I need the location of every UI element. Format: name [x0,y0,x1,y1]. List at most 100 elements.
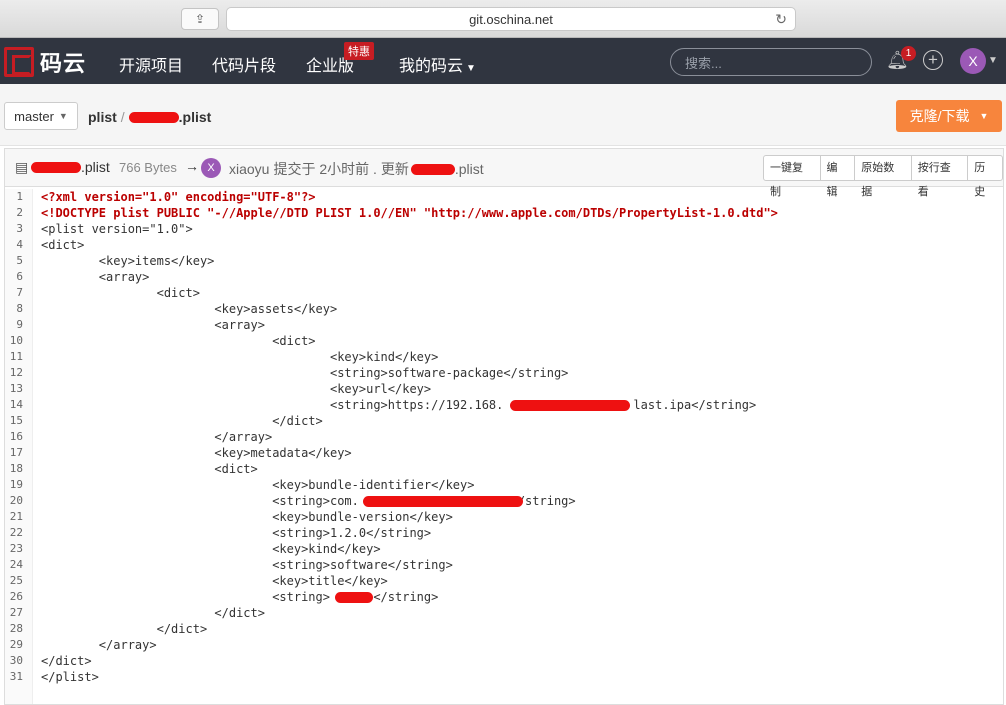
commit-info: xiaoyu 提交于 2小时前 . 更新 .plist [229,159,484,179]
top-navbar: 码云 开源项目 代码片段 企业版 特惠 我的码云 ▼ 搜索... 🔔︎ 1 + X… [0,38,1006,84]
line-number: 15 [9,414,23,427]
special-badge: 特惠 [344,42,374,60]
code-text: </array> [41,430,273,444]
code-text: <array> [41,318,265,332]
line-number: 26 [9,590,23,603]
code-text: <key>url</key> [41,382,432,396]
breadcrumb-file: .plist [178,109,212,125]
code-text: </dict> [41,414,323,428]
code-line: 25 <key>title</key> [5,573,1003,589]
code-text: </dict> [41,654,92,668]
code-text: <key>kind</key> [41,542,381,556]
plus-icon[interactable]: + [923,50,943,70]
line-number: 6 [16,270,23,283]
author-name[interactable]: xiaoyu [229,161,269,177]
code-line: 26 <string> </string> [5,589,1003,605]
avatar[interactable]: X [960,48,986,74]
code-line: 4 <dict> [5,237,1003,253]
line-number: 7 [16,286,23,299]
line-number: 1 [16,190,23,203]
nav-my-gitee[interactable]: 我的码云 ▼ [399,52,476,76]
redaction-mark [128,111,179,123]
line-number: 9 [16,318,23,331]
code-line: 8 <key>assets</key> [5,301,1003,317]
code-line: 11 <key>kind</key> [5,349,1003,365]
code-line: 6 <array> [5,269,1003,285]
code-line: 22 <string>1.2.0</string> [5,525,1003,541]
copy-button[interactable]: 一键复制 [764,156,821,198]
chevron-down-icon: ▼ [466,63,476,74]
file-panel: ▤ .plist 766 Bytes → X xiaoyu 提交于 2小时前 .… [4,148,1004,705]
code-line: 13 <key>url</key> [5,381,1003,397]
logo-text: 码云 [40,51,87,76]
logo[interactable]: 码云 [4,46,86,78]
nav-open-source[interactable]: 开源项目 [119,52,183,76]
arrow-right-icon: → [185,158,199,174]
code-line: 21 <key>bundle-version</key> [5,509,1003,525]
code-line: 30 </dict> [5,653,1003,669]
search-input[interactable]: 搜索... [670,48,872,76]
code-line: 14 <string>https://192.168. last.ipa</st… [5,397,1003,413]
code-text: <key>title</key> [41,574,388,588]
code-line: 16 </array> [5,429,1003,445]
code-line: 29 </array> [5,637,1003,653]
code-line: 2 <!DOCTYPE plist PUBLIC "-//Apple//DTD P… [5,205,1003,221]
caret-down-icon: ▼ [58,111,68,121]
file-name: .plist [31,159,110,175]
url-bar[interactable]: git.oschina.net ↻ [226,7,796,31]
branch-select[interactable]: master ▼ [4,102,78,130]
clone-download-label: 克隆/下载 [909,108,970,124]
avatar-caret-icon[interactable]: ▼ [988,55,998,66]
history-button[interactable]: 历史 [968,156,1002,198]
code-text: <key>kind</key> [41,350,439,364]
code-text: <key>bundle-version</key> [41,510,453,524]
code-text: <string> </string> [41,590,439,604]
file-header: ▤ .plist 766 Bytes → X xiaoyu 提交于 2小时前 .… [5,149,1003,198]
file-size: 766 Bytes [119,160,177,175]
code-view: 1 <?xml version="1.0" encoding="UTF-8"?> 2… [5,189,1003,685]
code-text: <key>items</key> [41,254,215,268]
raw-button[interactable]: 原始数据 [855,156,912,198]
code-line: 15 </dict> [5,413,1003,429]
line-number: 19 [9,478,23,491]
line-number: 24 [9,558,23,571]
code-line: 10 <dict> [5,333,1003,349]
clone-download-button[interactable]: 克隆/下载 ▼ [896,100,1002,132]
redaction-mark [335,592,373,603]
code-text: </dict> [41,606,265,620]
line-number: 25 [9,574,23,587]
redaction-mark [31,161,81,173]
caret-down-icon: ▼ [979,111,989,121]
blame-button[interactable]: 按行查看 [912,156,969,198]
code-text: </dict> [41,622,208,636]
code-text: </array> [41,638,157,652]
line-number: 4 [16,238,23,251]
redaction-mark [363,496,523,507]
code-line: 5 <key>items</key> [5,253,1003,269]
code-line: 20 <string>com. </string> [5,493,1003,509]
commit-file[interactable]: .plist [455,161,484,177]
code-text: <dict> [41,238,85,252]
nav-code-snippets[interactable]: 代码片段 [212,52,276,76]
edit-button[interactable]: 编辑 [821,156,856,198]
reload-icon[interactable]: ↻ [775,11,787,28]
share-button[interactable]: ⇪ [181,8,219,30]
share-icon: ⇪ [194,12,206,26]
code-line: 1 <?xml version="1.0" encoding="UTF-8"?> [5,189,1003,205]
branch-name: master [14,108,54,124]
code-line: 28 </dict> [5,621,1003,637]
code-line: 27 </dict> [5,605,1003,621]
line-number: 14 [9,398,23,411]
nav-my-gitee-label: 我的码云 [399,58,464,75]
code-line: 9 <array> [5,317,1003,333]
file-name-text: .plist [81,159,110,175]
line-number: 30 [9,654,23,667]
breadcrumb-root[interactable]: plist [88,109,117,125]
code-text: <string>https://192.168. last.ipa</strin… [41,398,757,412]
author-avatar[interactable]: X [201,158,221,178]
line-number: 5 [16,254,23,267]
redaction-mark [510,400,630,411]
code-line: 3 <plist version="1.0"> [5,221,1003,237]
code-line: 23 <key>kind</key> [5,541,1003,557]
code-text: <dict> [41,286,200,300]
